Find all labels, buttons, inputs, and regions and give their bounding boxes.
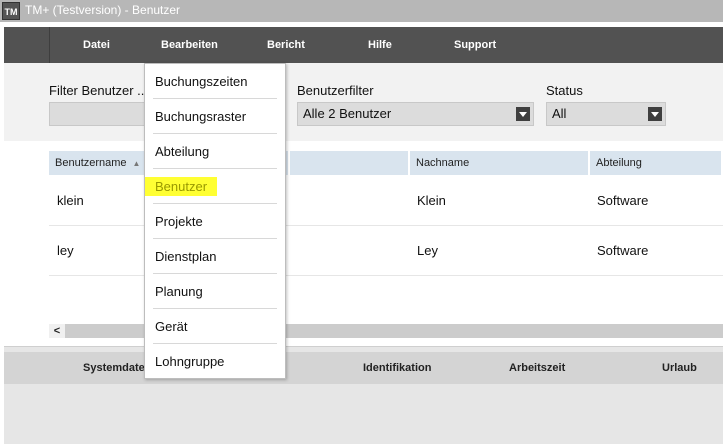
bearbeiten-dropdown-menu: Buchungszeiten Buchungsraster Abteilung …: [144, 63, 286, 379]
status-value: All: [552, 106, 567, 121]
tab-arbeitszeit[interactable]: Arbeitszeit: [509, 352, 565, 384]
status-select[interactable]: All: [546, 102, 666, 126]
tab-identifikation[interactable]: Identifikation: [363, 352, 431, 384]
menu-item-label: Abteilung: [155, 144, 210, 159]
menu-item-planung[interactable]: Planung: [145, 274, 285, 309]
menu-item-benutzer[interactable]: Benutzer: [145, 169, 285, 204]
menu-item-label: Planung: [155, 284, 203, 299]
menu-item-label: Lohngruppe: [155, 354, 225, 369]
tab-urlaub[interactable]: Urlaub: [662, 352, 697, 384]
menu-support[interactable]: Support: [454, 27, 496, 63]
cell-nachname[interactable]: Klein: [417, 193, 446, 208]
menu-item-projekte[interactable]: Projekte: [145, 204, 285, 239]
filter-benutzer-input[interactable]: [49, 102, 149, 126]
menu-item-abteilung[interactable]: Abteilung: [145, 134, 285, 169]
window-title: TM+ (Testversion) - Benutzer: [25, 3, 181, 17]
cell-abteilung[interactable]: Software: [597, 193, 648, 208]
menu-bearbeiten[interactable]: Bearbeiten: [161, 27, 218, 63]
menu-item-label: Buchungsraster: [155, 109, 247, 124]
app-logo-icon: TM: [2, 2, 20, 20]
menu-item-dienstplan[interactable]: Dienstplan: [145, 239, 285, 274]
menu-item-lohngruppe[interactable]: Lohngruppe: [145, 344, 285, 379]
menu-item-buchungszeiten[interactable]: Buchungszeiten: [145, 64, 285, 99]
menu-bar: Datei Bearbeiten Bericht Hilfe Support: [4, 27, 723, 63]
column-header-blank[interactable]: [290, 151, 410, 175]
menu-bar-divider: [49, 27, 50, 63]
scroll-left-icon[interactable]: <: [49, 324, 65, 338]
menu-datei[interactable]: Datei: [83, 27, 110, 63]
menu-item-label: Benutzer: [145, 177, 218, 196]
chevron-down-icon[interactable]: [648, 107, 662, 121]
cell-benutzername[interactable]: ley: [57, 243, 74, 258]
status-label: Status: [546, 83, 583, 98]
column-header-label: Benutzername: [55, 157, 127, 169]
menu-item-geraet[interactable]: Gerät: [145, 309, 285, 344]
sort-ascending-icon: ▲: [132, 159, 141, 168]
menu-item-label: Gerät: [155, 319, 188, 334]
cell-benutzername[interactable]: klein: [57, 193, 84, 208]
cell-nachname[interactable]: Ley: [417, 243, 438, 258]
benutzerfilter-label: Benutzerfilter: [297, 83, 374, 98]
users-table: Benutzername ▲ Nachname Abteilung klein K…: [4, 141, 723, 341]
chevron-down-icon[interactable]: [516, 107, 530, 121]
column-header-abteilung[interactable]: Abteilung: [590, 151, 723, 175]
column-header-nachname[interactable]: Nachname: [410, 151, 590, 175]
menu-bericht[interactable]: Bericht: [267, 27, 305, 63]
filter-benutzer-label: Filter Benutzer ...: [49, 83, 148, 98]
menu-item-label: Buchungszeiten: [155, 74, 248, 89]
details-tab-header: Systemdaten Identifikation Arbeitszeit U…: [4, 352, 723, 384]
menu-hilfe[interactable]: Hilfe: [368, 27, 392, 63]
menu-item-buchungsraster[interactable]: Buchungsraster: [145, 99, 285, 134]
cell-abteilung[interactable]: Software: [597, 243, 648, 258]
tab-systemdaten[interactable]: Systemdaten: [83, 352, 151, 384]
menu-item-label: Dienstplan: [155, 249, 217, 264]
benutzerfilter-value: Alle 2 Benutzer: [303, 106, 392, 121]
menu-item-label: Projekte: [155, 214, 203, 229]
app-window: TM TM+ (Testversion) - Benutzer Datei Be…: [0, 0, 723, 444]
benutzerfilter-select[interactable]: Alle 2 Benutzer: [297, 102, 534, 126]
filter-panel: Filter Benutzer ... Benutzerfilter Alle …: [4, 63, 723, 141]
title-bar: TM TM+ (Testversion) - Benutzer: [0, 0, 723, 22]
